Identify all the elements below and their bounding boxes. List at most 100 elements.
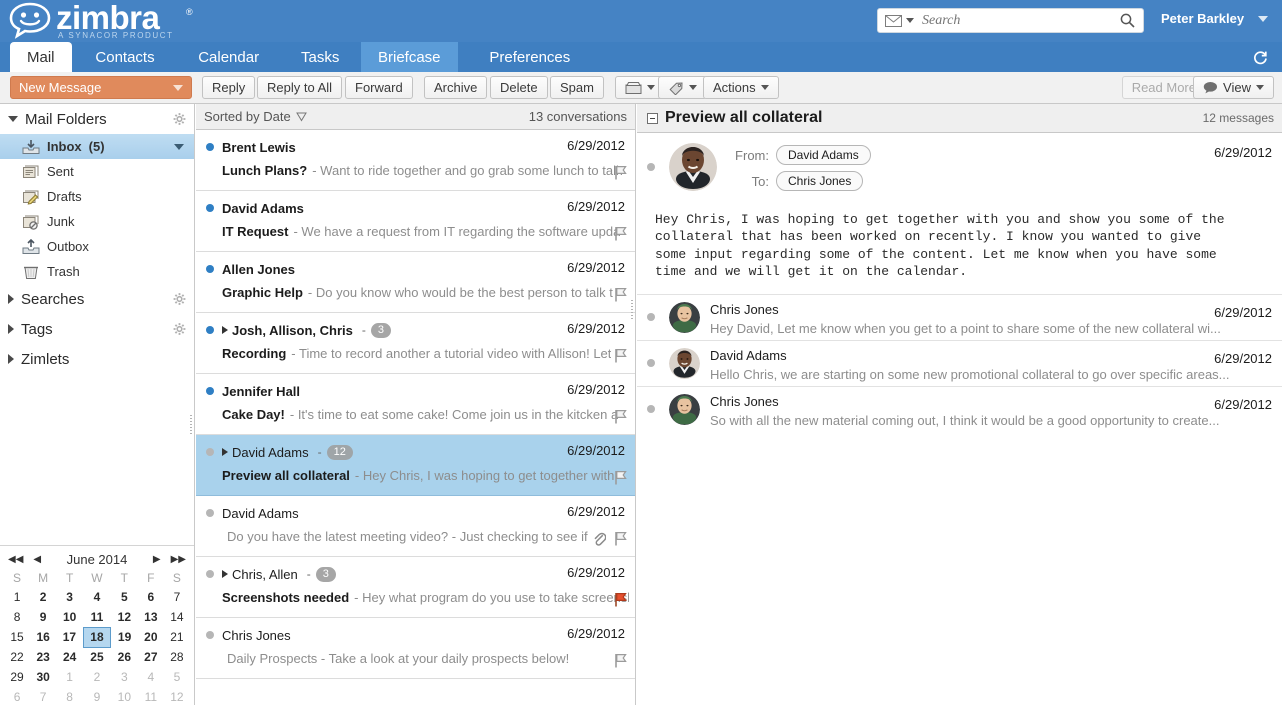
folder-menu-chevron-icon[interactable]: [174, 144, 184, 150]
flag-icon[interactable]: [614, 653, 627, 668]
calendar-day[interactable]: 6: [138, 587, 164, 607]
sidebar-folder-drafts[interactable]: Drafts: [0, 184, 194, 209]
expand-conversation-icon[interactable]: [222, 570, 228, 578]
calendar-day[interactable]: 30: [30, 667, 56, 687]
unread-status-dot[interactable]: [206, 448, 214, 456]
collapse-conversation-icon[interactable]: [647, 113, 658, 124]
chevron-right-icon[interactable]: [8, 294, 14, 304]
sidebar-group-searches[interactable]: Searches: [0, 284, 194, 314]
tab-contacts[interactable]: Contacts: [78, 42, 171, 72]
sidebar-folder-trash[interactable]: Trash: [0, 259, 194, 284]
mini-calendar-next-nav[interactable]: ▶ ▶▶: [153, 554, 186, 565]
prev-year-icon[interactable]: ◀◀: [8, 554, 23, 565]
search-submit-button[interactable]: [1118, 13, 1143, 28]
message-list-row[interactable]: David AdamsDo you have the latest meetin…: [196, 496, 635, 557]
sort-by-dropdown[interactable]: Sorted by Date: [204, 109, 307, 124]
zimbra-logo[interactable]: zimbra ® A SYNACOR PRODUCT: [8, 0, 208, 42]
refresh-button[interactable]: [1248, 46, 1272, 70]
message-list-row[interactable]: David AdamsIT Request- We have a request…: [196, 191, 635, 252]
search-input[interactable]: [918, 10, 1118, 31]
delete-button[interactable]: Delete: [490, 76, 548, 99]
user-menu[interactable]: Peter Barkley: [1161, 11, 1268, 26]
view-button[interactable]: View: [1193, 76, 1274, 99]
flag-icon[interactable]: [614, 287, 627, 302]
calendar-day[interactable]: 10: [111, 687, 138, 705]
attachment-icon[interactable]: [592, 531, 606, 546]
sidebar-folder-outbox[interactable]: Outbox: [0, 234, 194, 259]
read-status-dot[interactable]: [647, 405, 655, 413]
calendar-day[interactable]: 2: [83, 667, 111, 687]
flag-icon[interactable]: [614, 470, 627, 485]
search-bar[interactable]: [877, 8, 1144, 33]
chevron-down-icon[interactable]: [173, 85, 183, 91]
sidebar-folder-sent[interactable]: Sent: [0, 159, 194, 184]
calendar-day[interactable]: 7: [30, 687, 56, 705]
to-address-pill[interactable]: Chris Jones: [776, 171, 863, 191]
calendar-day[interactable]: 4: [138, 667, 164, 687]
unread-status-dot[interactable]: [206, 265, 214, 273]
actions-button[interactable]: Actions: [703, 76, 779, 99]
calendar-day[interactable]: 7: [164, 587, 190, 607]
calendar-day[interactable]: 25: [83, 647, 111, 667]
calendar-day[interactable]: 11: [138, 687, 164, 705]
calendar-day[interactable]: 18: [83, 627, 111, 647]
calendar-day[interactable]: 26: [111, 647, 138, 667]
calendar-day[interactable]: 12: [111, 607, 138, 627]
calendar-day[interactable]: 4: [83, 587, 111, 607]
calendar-day[interactable]: 20: [138, 627, 164, 647]
message-list-row[interactable]: Josh, Allison, Chris-3Recording- Time to…: [196, 313, 635, 374]
tab-mail[interactable]: Mail: [10, 42, 72, 72]
tag-button[interactable]: [658, 76, 707, 99]
calendar-day[interactable]: 1: [56, 667, 83, 687]
sidebar-group-zimlets[interactable]: Zimlets: [0, 344, 194, 374]
calendar-day[interactable]: 24: [56, 647, 83, 667]
mini-calendar-prev-nav[interactable]: ◀◀ ◀: [8, 554, 41, 565]
unread-status-dot[interactable]: [206, 204, 214, 212]
flag-icon[interactable]: [614, 531, 627, 546]
calendar-day[interactable]: 27: [138, 647, 164, 667]
sidebar-group-mail-folders[interactable]: Mail Folders: [0, 104, 194, 134]
pane-splitter-right[interactable]: [631, 300, 635, 322]
calendar-day[interactable]: 17: [56, 627, 83, 647]
new-message-button[interactable]: New Message: [10, 76, 192, 99]
tab-briefcase[interactable]: Briefcase: [361, 42, 458, 72]
message-list-row[interactable]: Chris, Allen-3Screenshots needed- Hey wh…: [196, 557, 635, 618]
read-status-dot[interactable]: [647, 313, 655, 321]
calendar-day[interactable]: 19: [111, 627, 138, 647]
calendar-day[interactable]: 22: [4, 647, 30, 667]
calendar-day[interactable]: 1: [4, 587, 30, 607]
calendar-day[interactable]: 14: [164, 607, 190, 627]
unread-status-dot[interactable]: [206, 387, 214, 395]
tab-preferences[interactable]: Preferences: [472, 42, 587, 72]
gear-icon[interactable]: [173, 293, 186, 306]
sidebar-group-tags[interactable]: Tags: [0, 314, 194, 344]
calendar-day[interactable]: 11: [83, 607, 111, 627]
calendar-day[interactable]: 8: [56, 687, 83, 705]
chevron-down-icon[interactable]: [8, 116, 18, 122]
reply-all-button[interactable]: Reply to All: [257, 76, 342, 99]
message-list-row[interactable]: David Adams-12Preview all collateral- He…: [196, 435, 635, 496]
calendar-day[interactable]: 6: [4, 687, 30, 705]
read-status-dot[interactable]: [647, 163, 655, 171]
calendar-day[interactable]: 21: [164, 627, 190, 647]
unread-status-dot[interactable]: [206, 326, 214, 334]
unread-status-dot[interactable]: [206, 631, 214, 639]
tab-tasks[interactable]: Tasks: [284, 42, 356, 72]
calendar-day[interactable]: 3: [111, 667, 138, 687]
chevron-right-icon[interactable]: [8, 324, 14, 334]
next-year-icon[interactable]: ▶▶: [171, 554, 186, 565]
message-list-row[interactable]: Chris JonesDaily Prospects - Take a look…: [196, 618, 635, 679]
collapsed-message-row[interactable]: David AdamsHello Chris, we are starting …: [637, 340, 1282, 386]
from-address-pill[interactable]: David Adams: [776, 145, 871, 165]
collapsed-message-row[interactable]: Chris JonesHey David, Let me know when y…: [637, 294, 1282, 340]
expand-conversation-icon[interactable]: [222, 326, 228, 334]
archive-button[interactable]: Archive: [424, 76, 487, 99]
unread-status-dot[interactable]: [206, 509, 214, 517]
unread-status-dot[interactable]: [206, 143, 214, 151]
calendar-day[interactable]: 15: [4, 627, 30, 647]
spam-button[interactable]: Spam: [550, 76, 604, 99]
sidebar-folder-junk[interactable]: Junk: [0, 209, 194, 234]
flag-icon-flagged[interactable]: [614, 592, 627, 607]
calendar-day[interactable]: 9: [83, 687, 111, 705]
calendar-day[interactable]: 2: [30, 587, 56, 607]
